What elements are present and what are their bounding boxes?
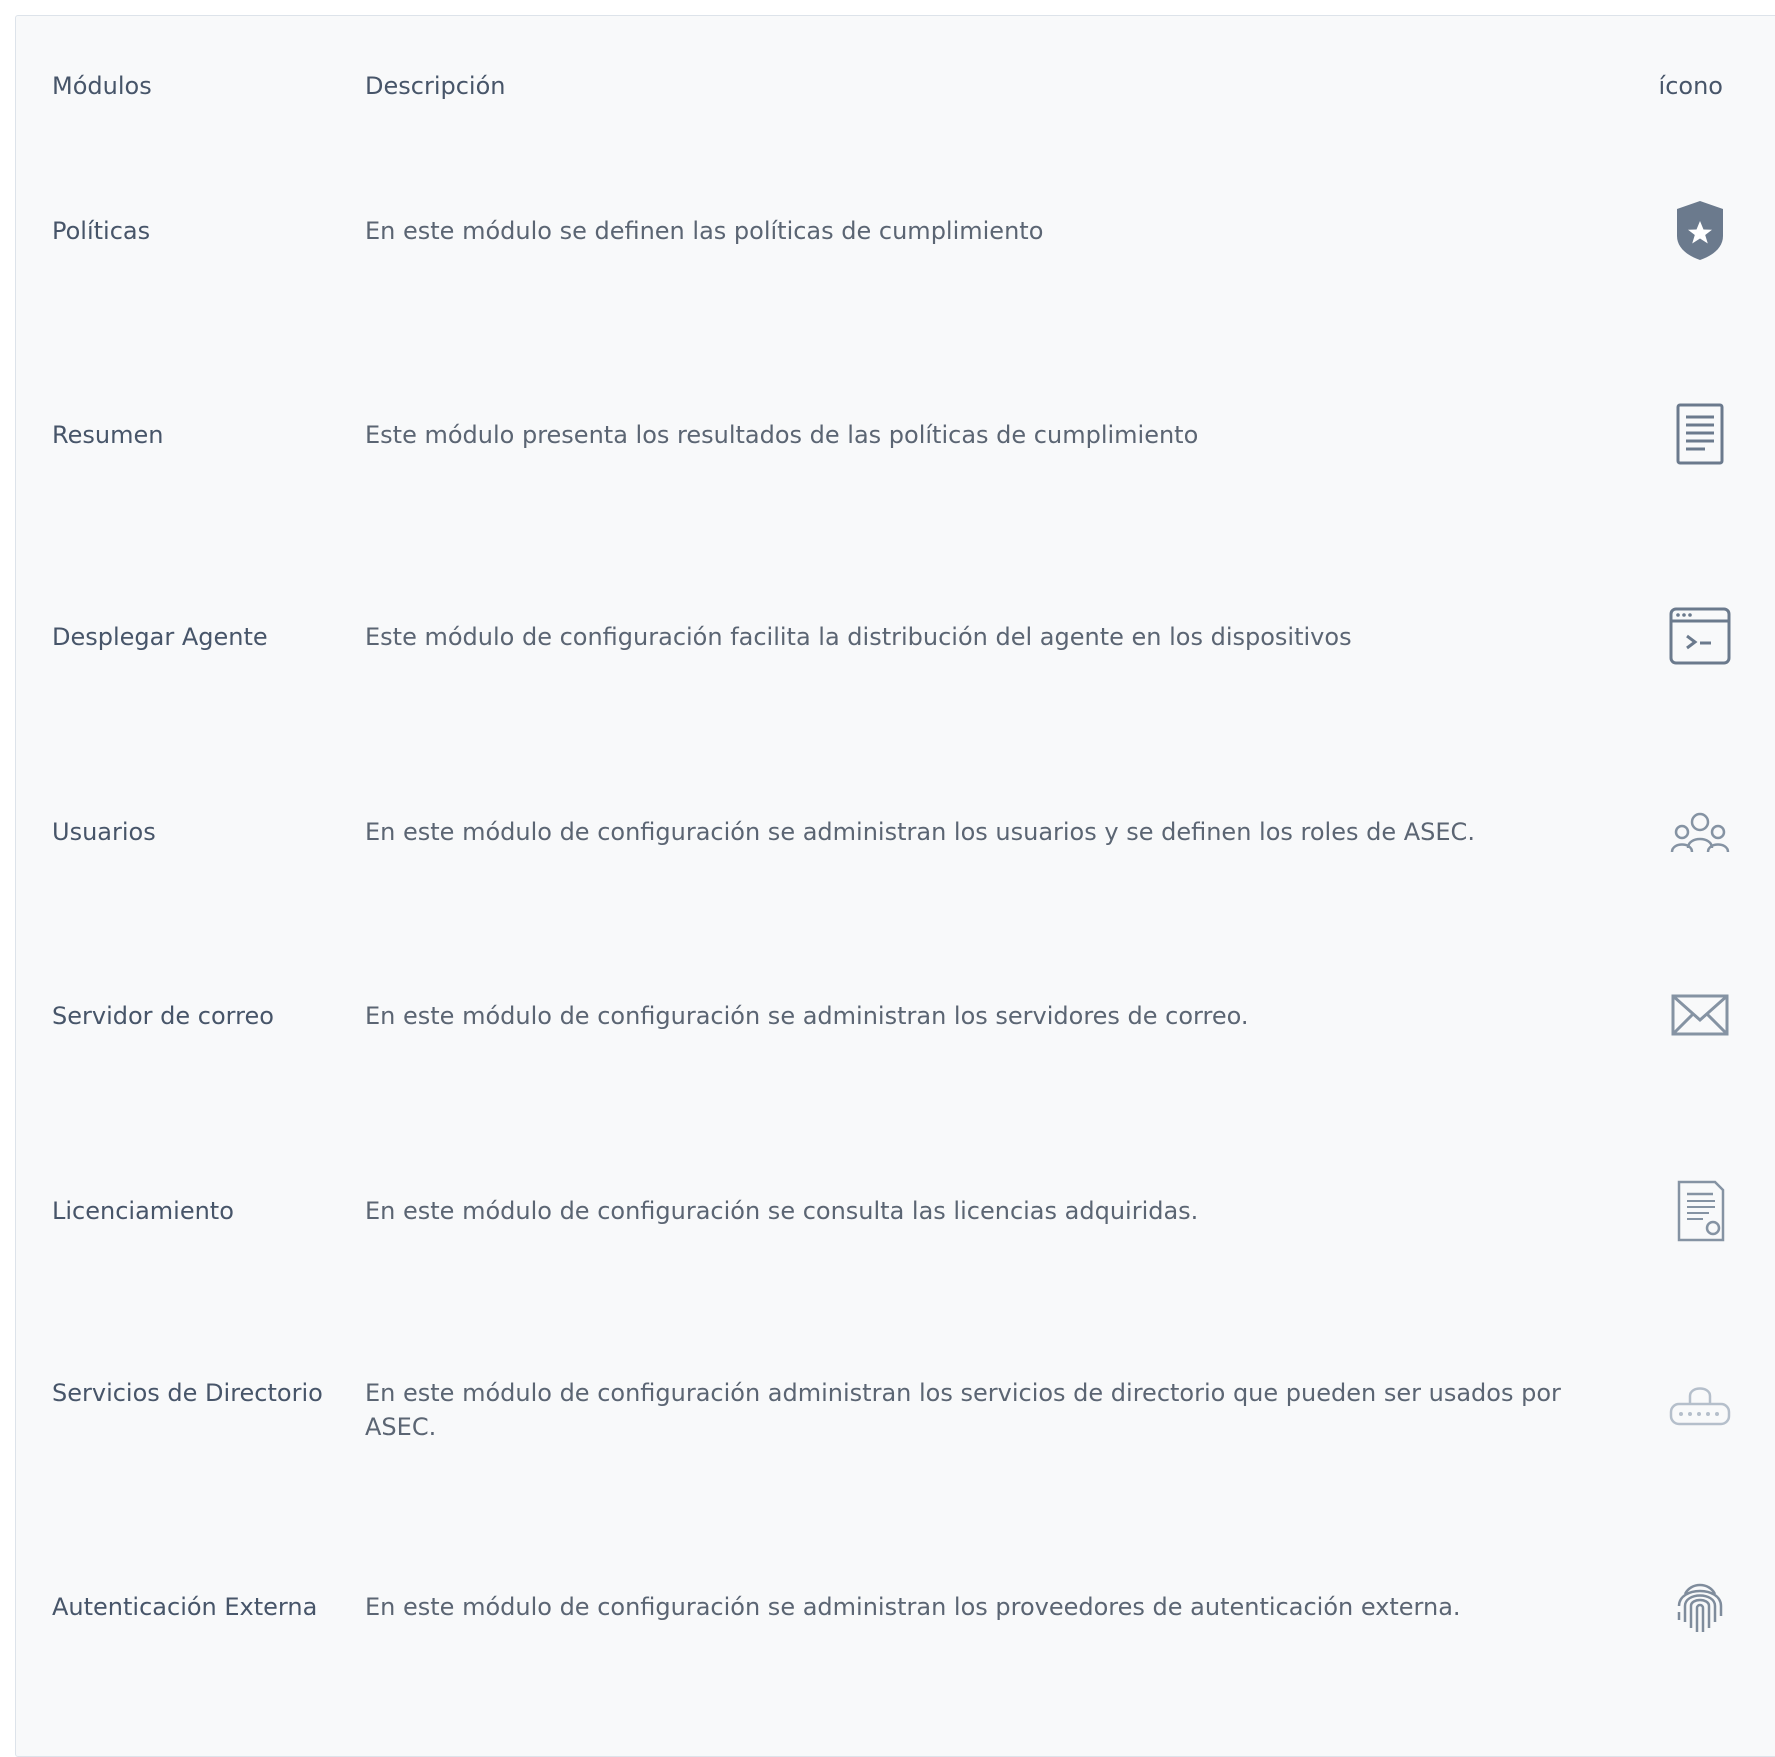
license-certificate-icon — [1665, 1176, 1735, 1246]
module-description: Este módulo presenta los resultados de l… — [365, 421, 1199, 449]
module-description: Este módulo de configuración facilita la… — [365, 623, 1352, 651]
envelope-icon — [1665, 980, 1735, 1050]
shield-star-icon — [1665, 196, 1735, 266]
users-group-icon — [1665, 798, 1735, 868]
column-header-modules: Módulos — [52, 72, 152, 100]
fingerprint-icon — [1665, 1572, 1735, 1642]
module-name: Licenciamiento — [52, 1197, 234, 1225]
module-name: Servicios de Directorio — [52, 1379, 323, 1407]
document-list-icon — [1665, 399, 1735, 469]
module-description: En este módulo de configuración administ… — [365, 1379, 1561, 1441]
module-name: Resumen — [52, 421, 164, 449]
lock-password-icon — [1665, 1374, 1735, 1444]
module-name: Políticas — [52, 217, 151, 245]
modules-table-panel — [15, 15, 1775, 1757]
column-header-description: Descripción — [365, 72, 506, 100]
module-name: Usuarios — [52, 818, 156, 846]
terminal-window-icon — [1665, 601, 1735, 671]
module-name: Desplegar Agente — [52, 623, 268, 651]
module-description: En este módulo de configuración se admin… — [365, 1593, 1461, 1621]
module-description: En este módulo de configuración se admin… — [365, 818, 1475, 846]
module-name: Servidor de correo — [52, 1002, 274, 1030]
column-header-icon: ícono — [1658, 72, 1723, 100]
module-description: En este módulo de configuración se admin… — [365, 1002, 1249, 1030]
module-description: En este módulo se definen las políticas … — [365, 217, 1044, 245]
module-description: En este módulo de configuración se consu… — [365, 1197, 1199, 1225]
module-name: Autenticación Externa — [52, 1593, 318, 1621]
